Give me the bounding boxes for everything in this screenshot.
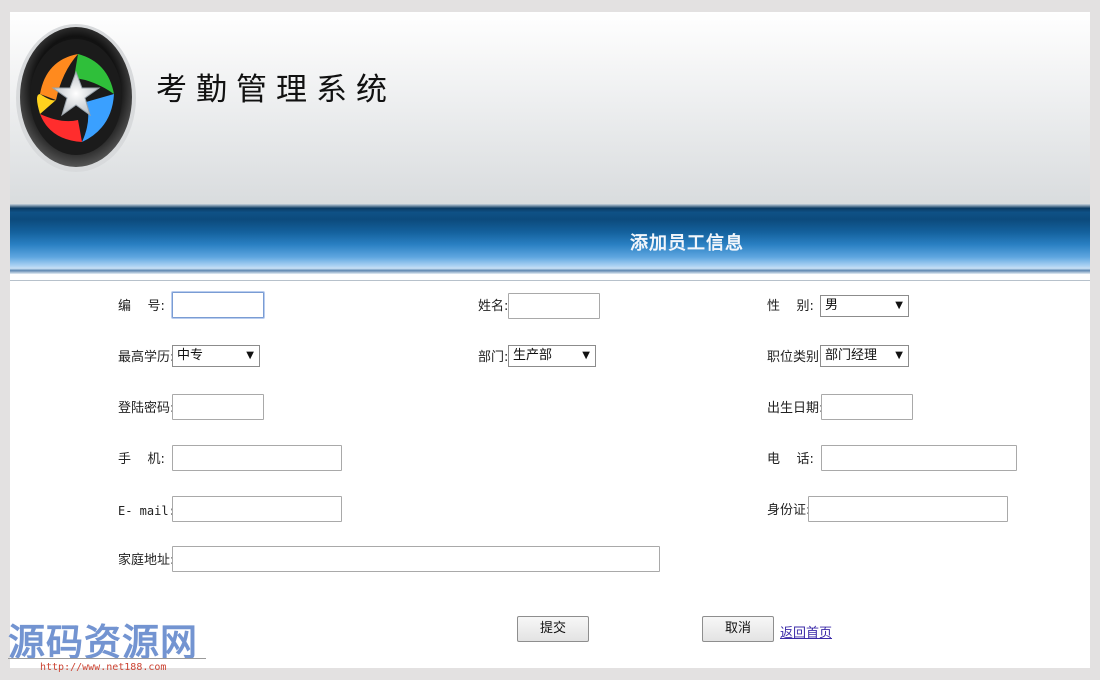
header: 考勤管理系统 <box>10 12 1090 204</box>
phone-input[interactable] <box>821 445 1017 471</box>
birthdate-input[interactable] <box>821 394 913 420</box>
address-label: 家庭地址: <box>118 553 175 568</box>
watermark-divider <box>8 658 206 659</box>
gender-label: 性 别: <box>767 299 814 314</box>
password-label: 登陆密码: <box>118 401 175 416</box>
password-input[interactable] <box>172 394 264 420</box>
logo-icon <box>16 24 136 172</box>
department-label: 部门: <box>478 350 509 365</box>
department-select[interactable]: 生产部 ▼ <box>508 345 596 367</box>
name-input[interactable] <box>508 293 600 319</box>
dropdown-arrow-icon: ▼ <box>895 300 903 311</box>
mobile-label: 手 机: <box>118 452 165 467</box>
cancel-button[interactable]: 取消 <box>702 616 774 642</box>
dropdown-arrow-icon: ▼ <box>582 350 590 361</box>
divider <box>10 280 1090 281</box>
gender-select-value: 男 <box>825 298 839 313</box>
department-select-value: 生产部 <box>513 348 553 363</box>
education-select-value: 中专 <box>177 348 204 363</box>
phone-label: 电 话: <box>767 452 814 467</box>
position-select-value: 部门经理 <box>825 348 878 363</box>
page: 考勤管理系统 添加员工信息 编 号: 姓名: 性 别: 男 ▼ 最高学历: 中专… <box>10 12 1090 668</box>
idcard-input[interactable] <box>808 496 1008 522</box>
employee-id-input[interactable] <box>172 292 264 318</box>
name-label: 姓名: <box>478 299 509 314</box>
mobile-input[interactable] <box>172 445 342 471</box>
section-banner: 添加员工信息 <box>10 204 1090 274</box>
system-title: 考勤管理系统 <box>156 72 396 108</box>
dropdown-arrow-icon: ▼ <box>246 350 254 361</box>
section-title: 添加员工信息 <box>630 233 744 254</box>
address-input[interactable] <box>172 546 660 572</box>
home-link[interactable]: 返回首页 <box>780 622 832 641</box>
education-select[interactable]: 中专 ▼ <box>172 345 260 367</box>
education-label: 最高学历: <box>118 350 175 365</box>
birthdate-label: 出生日期: <box>767 401 824 416</box>
gender-select[interactable]: 男 ▼ <box>820 295 909 317</box>
email-label: E- mail: <box>118 504 176 518</box>
position-label: 职位类别: <box>767 350 824 365</box>
dropdown-arrow-icon: ▼ <box>895 350 903 361</box>
position-select[interactable]: 部门经理 ▼ <box>820 345 909 367</box>
email-input[interactable] <box>172 496 342 522</box>
idcard-label: 身份证: <box>767 503 811 518</box>
employee-id-label: 编 号: <box>118 299 165 314</box>
submit-button[interactable]: 提交 <box>517 616 589 642</box>
watermark-url: http://www.net188.com <box>40 662 167 673</box>
